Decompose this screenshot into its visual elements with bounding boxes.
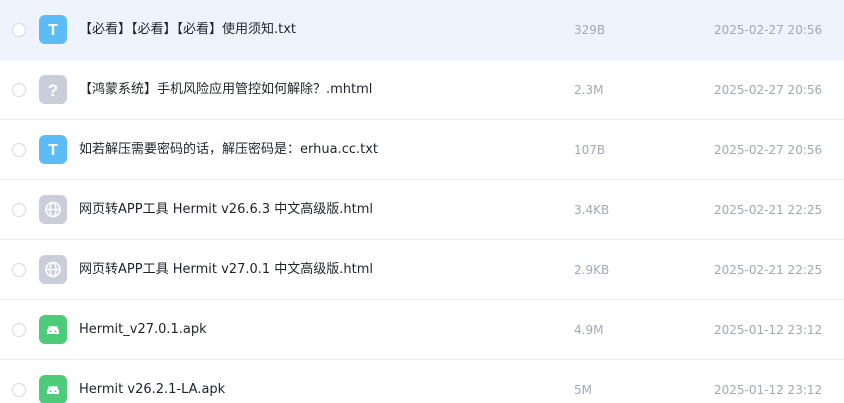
file-name[interactable]: 网页转APP工具 Hermit v27.0.1 中文高级版.html <box>79 261 373 279</box>
file-date: 2025-01-12 23:12 <box>714 323 823 337</box>
row-checkbox[interactable] <box>12 323 26 337</box>
file-size: 5M <box>574 383 592 397</box>
txt-file-icon: T <box>39 15 67 44</box>
file-row[interactable]: T 如若解压需要密码的话，解压密码是：erhua.cc.txt 107B 202… <box>0 120 844 180</box>
file-row[interactable]: T 【必看】【必看】【必看】使用须知.txt 329B 2025-02-27 2… <box>0 0 844 60</box>
row-checkbox[interactable] <box>12 383 26 397</box>
file-row[interactable]: 网页转APP工具 Hermit v27.0.1 中文高级版.html 2.9KB… <box>0 240 844 300</box>
file-name[interactable]: Hermit v26.2.1-LA.apk <box>79 381 225 399</box>
file-row[interactable]: Hermit_v27.0.1.apk 4.9M 2025-01-12 23:12 <box>0 300 844 360</box>
icon-letter: ? <box>48 81 58 100</box>
file-size: 3.4KB <box>574 203 610 217</box>
unknown-file-icon: ? <box>39 75 67 104</box>
file-name[interactable]: 网页转APP工具 Hermit v26.6.3 中文高级版.html <box>79 201 373 219</box>
file-date: 2025-02-27 20:56 <box>714 143 823 157</box>
web-file-icon <box>39 255 67 284</box>
web-file-icon <box>39 195 67 224</box>
row-checkbox[interactable] <box>12 263 26 277</box>
file-size: 2.9KB <box>574 263 610 277</box>
android-file-icon <box>39 375 67 403</box>
android-file-icon <box>39 315 67 344</box>
file-list: T 【必看】【必看】【必看】使用须知.txt 329B 2025-02-27 2… <box>0 0 844 403</box>
file-row[interactable]: Hermit v26.2.1-LA.apk 5M 2025-01-12 23:1… <box>0 360 844 403</box>
file-size: 2.3M <box>574 83 604 97</box>
file-size: 329B <box>574 23 606 37</box>
file-row[interactable]: 网页转APP工具 Hermit v26.6.3 中文高级版.html 3.4KB… <box>0 180 844 240</box>
row-checkbox[interactable] <box>12 83 26 97</box>
file-row[interactable]: ? 【鸿蒙系统】手机风险应用管控如何解除？.mhtml 2.3M 2025-02… <box>0 60 844 120</box>
file-name[interactable]: Hermit_v27.0.1.apk <box>79 321 207 339</box>
file-size: 4.9M <box>574 323 604 337</box>
file-date: 2025-02-27 20:56 <box>714 83 823 97</box>
icon-letter: T <box>48 22 58 39</box>
row-checkbox[interactable] <box>12 143 26 157</box>
file-date: 2025-01-12 23:12 <box>714 383 823 397</box>
file-name[interactable]: 【必看】【必看】【必看】使用须知.txt <box>79 21 296 39</box>
file-date: 2025-02-21 22:25 <box>714 203 823 217</box>
file-name[interactable]: 【鸿蒙系统】手机风险应用管控如何解除？.mhtml <box>79 81 372 99</box>
row-checkbox[interactable] <box>12 23 26 37</box>
file-name[interactable]: 如若解压需要密码的话，解压密码是：erhua.cc.txt <box>79 141 378 159</box>
txt-file-icon: T <box>39 135 67 164</box>
row-checkbox[interactable] <box>12 203 26 217</box>
file-date: 2025-02-27 20:56 <box>714 23 823 37</box>
file-size: 107B <box>574 143 606 157</box>
file-date: 2025-02-21 22:25 <box>714 263 823 277</box>
icon-letter: T <box>48 142 58 159</box>
